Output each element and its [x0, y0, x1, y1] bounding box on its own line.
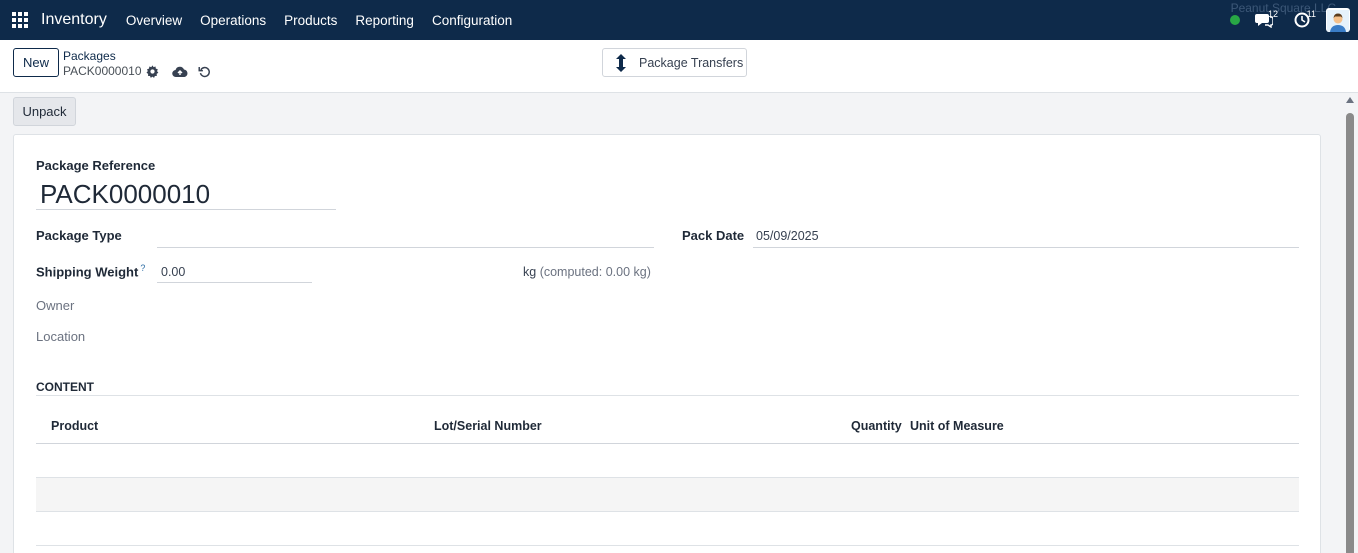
column-header-product[interactable]: Product [51, 419, 98, 433]
package-reference-underline [36, 209, 336, 210]
package-type-underline [157, 247, 654, 248]
menu-products[interactable]: Products [275, 0, 346, 40]
menu-operations[interactable]: Operations [191, 0, 275, 40]
pack-date-input[interactable]: 05/09/2025 [756, 229, 819, 243]
package-type-label: Package Type [36, 228, 122, 243]
user-avatar[interactable] [1326, 8, 1350, 32]
shipping-weight-input[interactable]: 0.00 [161, 265, 185, 279]
package-transfers-label: Package Transfers [639, 55, 744, 70]
discard-undo-icon[interactable] [196, 63, 212, 79]
menu-configuration[interactable]: Configuration [423, 0, 521, 40]
app-name[interactable]: Inventory [41, 11, 107, 29]
section-divider [36, 395, 1299, 396]
column-header-lot-serial[interactable]: Lot/Serial Number [434, 419, 542, 433]
activities-button[interactable]: 11 [1288, 0, 1316, 40]
pack-date-underline [753, 247, 1299, 248]
location-label: Location [36, 329, 86, 344]
content-section-title: CONTENT [36, 380, 94, 394]
package-reference-input[interactable]: PACK0000010 [40, 179, 210, 210]
online-status-icon [1230, 15, 1240, 25]
owner-label: Owner [36, 298, 75, 313]
cloud-upload-icon[interactable] [172, 63, 188, 79]
package-transfers-button[interactable]: Package Transfers [602, 48, 747, 77]
shipping-weight-label: Shipping Weight? [36, 263, 146, 280]
table-row [36, 444, 1299, 478]
user-avatar-icon [1327, 10, 1349, 32]
table-row [36, 512, 1299, 546]
package-reference-label: Package Reference [36, 158, 156, 173]
help-tooltip-icon[interactable]: ? [140, 263, 145, 273]
weight-unit-computed: kg (computed: 0.00 kg) [523, 265, 651, 279]
app-switcher-icon[interactable] [0, 0, 40, 40]
shipping-weight-underline [157, 282, 312, 283]
column-header-quantity[interactable]: Quantity [851, 419, 902, 433]
pack-date-label: Pack Date [682, 228, 745, 243]
control-panel: New Packages PACK0000010 Package Transfe… [0, 40, 1358, 93]
transfer-arrows-icon [603, 53, 639, 73]
form-sheet: Package Reference PACK0000010 Package Ty… [13, 134, 1321, 553]
messages-count: 12 [1267, 9, 1278, 19]
menu-reporting[interactable]: Reporting [346, 0, 423, 40]
table-row [36, 478, 1299, 512]
breadcrumb-current-record: PACK0000010 [63, 64, 142, 78]
column-header-unit-of-measure[interactable]: Unit of Measure [910, 419, 1004, 433]
breadcrumb-packages[interactable]: Packages [63, 49, 116, 63]
scrollbar-thumb[interactable] [1346, 113, 1354, 553]
top-navbar: Inventory Overview Operations Products R… [0, 0, 1358, 40]
activities-count: 11 [1306, 9, 1316, 19]
messages-button[interactable]: 12 [1250, 0, 1278, 40]
menu-overview[interactable]: Overview [117, 0, 191, 40]
scroll-up-arrow-icon[interactable] [1346, 97, 1354, 103]
unpack-button[interactable]: Unpack [13, 97, 76, 126]
page-scrollbar[interactable] [1342, 93, 1358, 553]
new-button[interactable]: New [13, 48, 59, 77]
gear-icon[interactable] [144, 63, 160, 79]
